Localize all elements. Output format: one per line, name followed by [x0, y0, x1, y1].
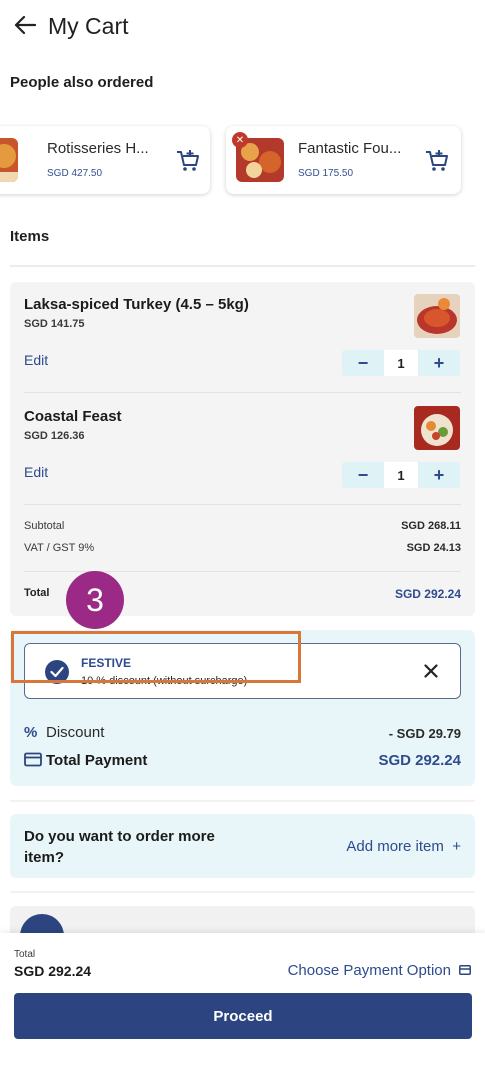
choose-payment-option-link[interactable]: Choose Payment Option [288, 962, 471, 979]
applied-promo-card[interactable]: FESTIVE 10 % discount (without surcharge… [24, 643, 461, 699]
promo-code: FESTIVE [81, 656, 132, 670]
recommendation-name: Rotisseries H... [47, 140, 149, 157]
item-price: SGD 126.36 [24, 430, 85, 442]
remove-badge-icon[interactable]: ✕ [232, 132, 248, 148]
promo-description: 10 % discount (without surcharge) [81, 675, 248, 687]
recommendation-price: SGD 175.50 [298, 168, 354, 179]
check-circle-icon [45, 660, 69, 684]
footer-total-label: Total [14, 949, 36, 960]
discount-value: - SGD 29.79 [388, 726, 461, 741]
cart-items-panel: Laksa-spiced Turkey (4.5 – 5kg) SGD 141.… [10, 282, 475, 616]
item-price: SGD 141.75 [24, 318, 85, 330]
item-name: Laksa-spiced Turkey (4.5 – 5kg) [24, 296, 249, 313]
card-icon [24, 752, 42, 767]
divider [10, 800, 475, 802]
edit-item-link[interactable]: Edit [24, 464, 48, 480]
add-more-question: Do you want to order more item? [24, 828, 215, 866]
vat-label: VAT / GST 9% [24, 542, 95, 554]
increase-quantity-button[interactable]: + [418, 462, 460, 488]
items-title: Items [10, 228, 50, 245]
total-value: SGD 292.24 [394, 587, 461, 601]
quantity-value: 1 [384, 350, 418, 376]
item-name: Coastal Feast [24, 408, 122, 425]
footer-total-value: SGD 292.24 [14, 963, 92, 979]
recommendations-title: People also ordered [10, 74, 154, 91]
recommendation-price: SGD 427.50 [47, 168, 103, 179]
add-more-item-button[interactable]: Add more item + [346, 838, 461, 855]
percent-icon: % [24, 724, 38, 741]
promo-panel: FESTIVE 10 % discount (without surcharge… [10, 630, 475, 786]
remove-promo-close-icon[interactable] [420, 660, 442, 682]
total-payment-label: Total Payment [46, 752, 148, 769]
vat-value: SGD 24.13 [406, 542, 461, 554]
increase-quantity-button[interactable]: + [418, 350, 460, 376]
divider [24, 504, 461, 505]
item-image [414, 406, 460, 450]
divider [10, 891, 475, 893]
divider [24, 392, 461, 393]
quantity-stepper: − 1 + [342, 350, 460, 376]
add-to-cart-icon[interactable] [424, 148, 450, 174]
recommendation-name: Fantastic Fou... [298, 140, 402, 157]
total-label: Total [24, 587, 50, 599]
edit-item-link[interactable]: Edit [24, 352, 48, 368]
add-more-panel: Do you want to order more item? Add more… [10, 814, 475, 878]
item-image [414, 294, 460, 338]
discount-label: Discount [46, 724, 105, 741]
plus-icon: + [452, 838, 461, 855]
back-arrow-icon[interactable] [12, 12, 38, 38]
proceed-button[interactable]: Proceed [14, 993, 472, 1039]
add-to-cart-icon[interactable] [175, 148, 201, 174]
divider [10, 265, 475, 267]
subtotal-label: Subtotal [24, 520, 65, 532]
header: My Cart [0, 0, 485, 56]
quantity-stepper: − 1 + [342, 462, 460, 488]
quantity-value: 1 [384, 462, 418, 488]
subtotal-value: SGD 268.11 [401, 520, 461, 532]
total-payment-value: SGD 292.24 [378, 752, 461, 769]
recommendation-card[interactable]: ✕ Fantastic Fou... SGD 175.50 [226, 126, 461, 194]
add-more-label: Add more item [346, 838, 444, 855]
recommendation-card[interactable]: Rotisseries H... SGD 427.50 [0, 126, 210, 194]
page-title: My Cart [48, 13, 129, 39]
recommendations-carousel[interactable]: Rotisseries H... SGD 427.50 ✕ Fantastic … [0, 124, 485, 198]
step-number-badge: 3 [66, 571, 124, 629]
payment-list-icon [459, 962, 471, 979]
checkout-footer: Total SGD 292.24 Choose Payment Option P… [0, 933, 485, 1067]
decrease-quantity-button[interactable]: − [342, 350, 384, 376]
decrease-quantity-button[interactable]: − [342, 462, 384, 488]
choose-payment-label: Choose Payment Option [287, 962, 451, 979]
food-image [0, 138, 18, 182]
